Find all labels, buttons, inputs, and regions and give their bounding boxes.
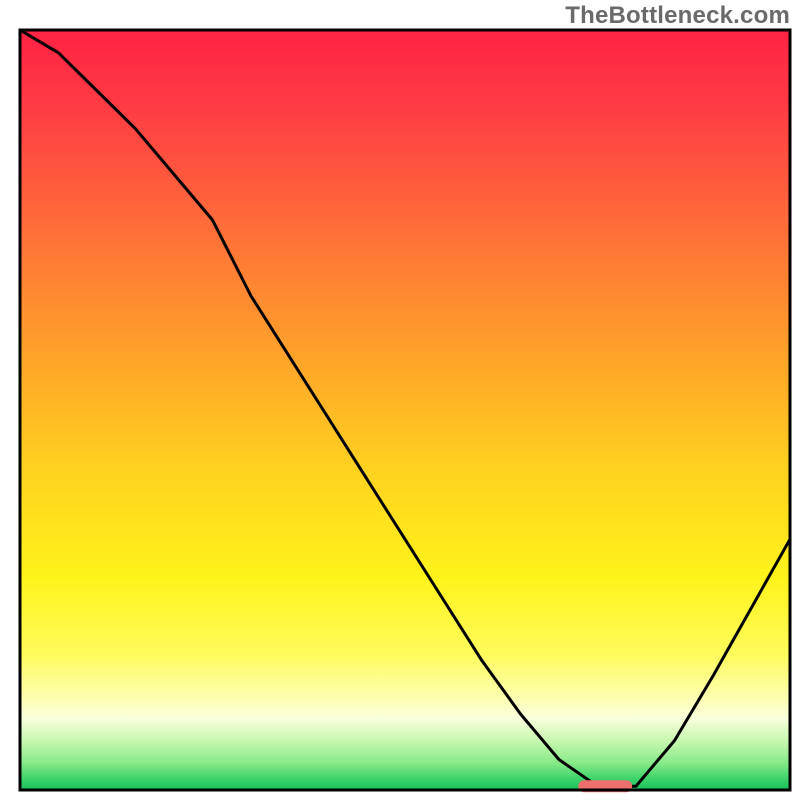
chart-stage: TheBottleneck.com xyxy=(0,0,800,800)
bottleneck-chart xyxy=(0,0,800,800)
plot-background xyxy=(20,30,790,790)
